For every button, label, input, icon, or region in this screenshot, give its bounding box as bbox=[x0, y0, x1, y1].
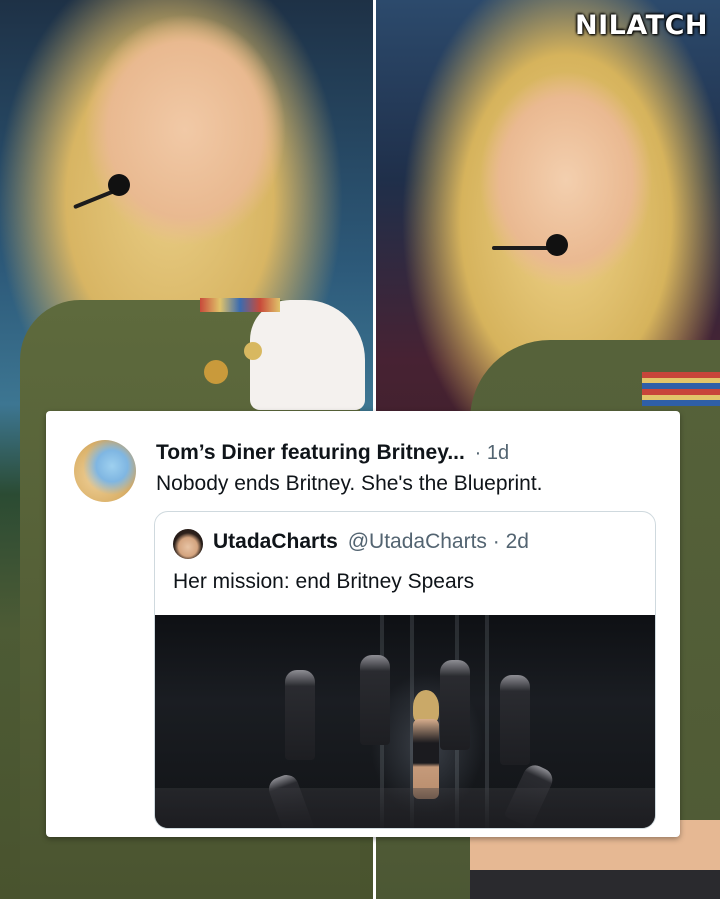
stage-floor bbox=[155, 788, 655, 828]
post-timestamp[interactable]: · 1d bbox=[475, 442, 509, 464]
nilatch-watermark: NILATCH bbox=[575, 10, 708, 41]
tweet-text: Nobody ends Britney. She's the Blueprint… bbox=[156, 472, 543, 495]
medal-icon bbox=[244, 342, 262, 360]
quoted-author-name[interactable]: UtadaCharts bbox=[213, 530, 338, 553]
dancer-figure bbox=[500, 675, 530, 765]
quoted-tweet[interactable]: UtadaCharts @UtadaCharts · 2d Her missio… bbox=[154, 511, 656, 829]
dancer-figure bbox=[285, 670, 315, 760]
medal-ribbons bbox=[200, 298, 280, 312]
studded-belt bbox=[470, 870, 720, 899]
quoted-author-handle[interactable]: @UtadaCharts bbox=[348, 530, 487, 553]
medal-icon bbox=[204, 360, 228, 384]
quoted-tweet-media[interactable] bbox=[155, 615, 655, 828]
headset-mic bbox=[492, 246, 552, 250]
dancer-figure bbox=[440, 660, 470, 750]
dancer-figure bbox=[360, 655, 390, 745]
author-name[interactable]: Tom’s Diner featuring Britney... bbox=[156, 441, 465, 464]
quoted-tweet-header: UtadaCharts @UtadaCharts · 2d bbox=[213, 530, 529, 554]
tweet-card[interactable]: Tom’s Diner featuring Britney... · 1d No… bbox=[46, 411, 680, 837]
author-avatar[interactable] bbox=[74, 440, 136, 502]
quoted-post-timestamp[interactable]: · 2d bbox=[493, 530, 529, 553]
microphone-icon bbox=[546, 234, 568, 256]
quoted-tweet-text: Her mission: end Britney Spears bbox=[173, 570, 475, 593]
singer-figure bbox=[413, 719, 439, 799]
quoted-author-avatar[interactable] bbox=[173, 529, 203, 559]
medal-ribbons bbox=[642, 372, 720, 406]
microphone-icon bbox=[108, 174, 130, 196]
tweet-header: Tom’s Diner featuring Britney... · 1d bbox=[156, 441, 509, 465]
white-shirt-sleeve bbox=[250, 300, 365, 410]
